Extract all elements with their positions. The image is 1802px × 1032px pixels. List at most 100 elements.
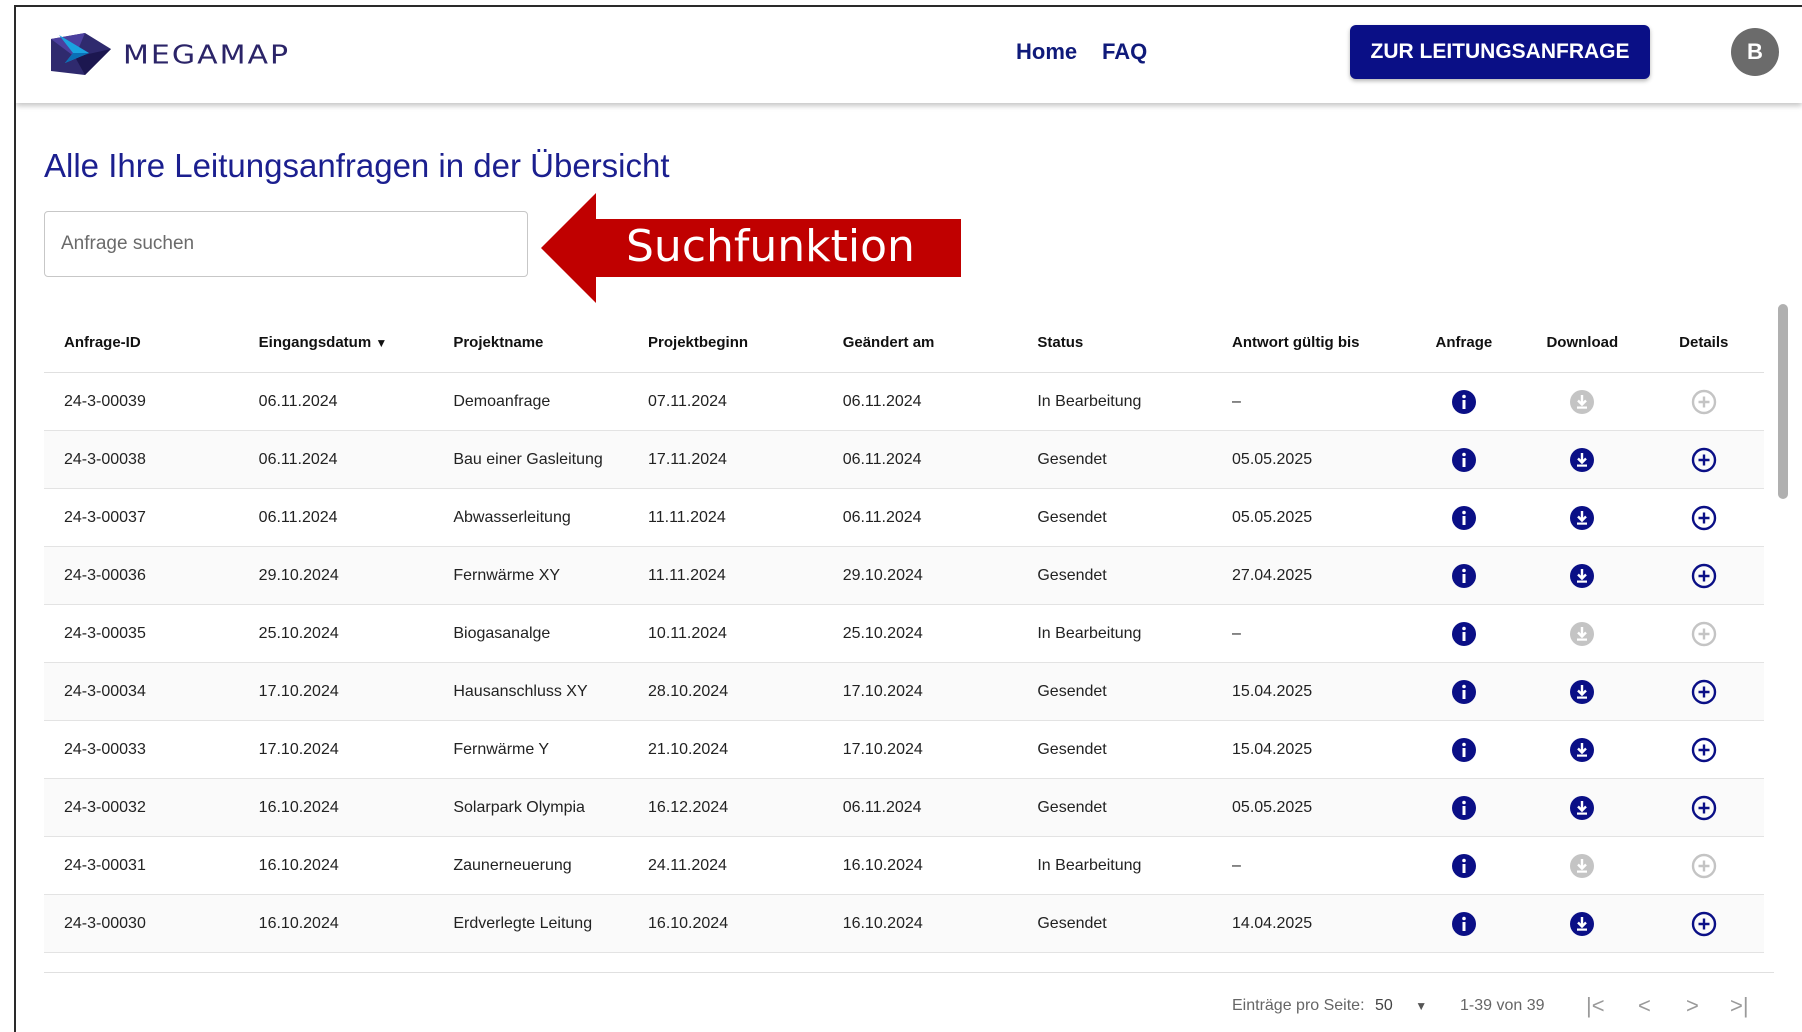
add-circle-icon[interactable] <box>1643 778 1764 837</box>
cell-projekt: Demoanfrage <box>433 372 629 431</box>
cell-status: Gesendet <box>1017 546 1213 605</box>
table-row[interactable]: 24-3-00033 17.10.2024 Fernwärme Y 21.10.202… <box>44 720 1764 779</box>
table-row[interactable]: 24-3-00034 17.10.2024 Hausanschluss XY 28.1… <box>44 662 1764 721</box>
info-icon[interactable] <box>1406 662 1522 721</box>
info-icon[interactable] <box>1406 604 1522 663</box>
info-icon[interactable] <box>1406 720 1522 779</box>
cell-geaendert: 06.11.2024 <box>822 372 1018 431</box>
add-circle-icon[interactable] <box>1643 894 1764 953</box>
cell-id: 24-3-00038 <box>44 430 239 489</box>
chevron-right-icon[interactable]: > <box>1686 993 1699 1019</box>
column-header-details: Details <box>1643 312 1764 373</box>
add-circle-icon[interactable] <box>1643 488 1764 547</box>
download-icon <box>1521 372 1644 431</box>
download-icon[interactable] <box>1521 720 1644 779</box>
table-row[interactable]: 24-3-00039 06.11.2024 Demoanfrage 07.11.202… <box>44 372 1764 431</box>
add-circle-icon[interactable] <box>1643 662 1764 721</box>
table-scrollbar[interactable] <box>1778 304 1788 499</box>
leitungsanfrage-button[interactable]: ZUR LEITUNGSANFRAGE <box>1350 25 1650 79</box>
cell-antwort: – <box>1212 604 1407 663</box>
cell-geaendert: 29.10.2024 <box>822 546 1018 605</box>
cell-antwort: 15.04.2025 <box>1212 662 1407 721</box>
download-icon[interactable] <box>1521 778 1644 837</box>
info-icon[interactable] <box>1406 546 1522 605</box>
user-avatar[interactable]: B <box>1731 28 1779 76</box>
cell-id: 24-3-00034 <box>44 662 239 721</box>
table-row[interactable]: 24-3-00036 29.10.2024 Fernwärme XY 11.11.20… <box>44 546 1764 605</box>
table-row[interactable]: 24-3-00037 06.11.2024 Abwasserleitung 11.11… <box>44 488 1764 547</box>
add-circle-icon <box>1643 604 1764 663</box>
cell-eingang: 16.10.2024 <box>238 778 434 837</box>
cell-eingang: 29.10.2024 <box>238 546 434 605</box>
cell-id: 24-3-00030 <box>44 894 239 953</box>
search-input[interactable] <box>44 211 528 277</box>
column-header-id[interactable]: Anfrage-ID <box>44 312 239 373</box>
chevron-left-icon[interactable]: < <box>1638 993 1651 1019</box>
column-header-geaendert[interactable]: Geändert am <box>822 312 1018 373</box>
cell-status: Gesendet <box>1017 430 1213 489</box>
nav-faq-link[interactable]: FAQ <box>1102 39 1147 65</box>
column-header-anfrage: Anfrage <box>1406 312 1522 373</box>
cell-projekt: Hausanschluss XY <box>433 662 629 721</box>
column-header-eingangsdatum[interactable]: Eingangsdatum ▼ <box>238 312 434 373</box>
cell-projekt: Biogasanalge <box>433 604 629 663</box>
download-icon[interactable] <box>1521 430 1644 489</box>
cell-geaendert: 17.10.2024 <box>822 662 1018 721</box>
column-header-projektbeginn[interactable]: Projektbeginn <box>628 312 823 373</box>
per-page-select[interactable]: 50 ▼ <box>1375 997 1427 1015</box>
cell-beginn: 28.10.2024 <box>628 662 823 721</box>
cell-geaendert: 17.10.2024 <box>822 720 1018 779</box>
brand-logo[interactable]: MEGAMAP <box>45 31 290 79</box>
add-circle-icon[interactable] <box>1643 720 1764 779</box>
table-row[interactable]: 24-3-00031 16.10.2024 Zaunerneuerung 24.11.… <box>44 836 1764 895</box>
add-circle-icon[interactable] <box>1643 546 1764 605</box>
last-page-icon[interactable]: >| <box>1730 993 1749 1019</box>
first-page-icon[interactable]: |< <box>1586 993 1605 1019</box>
cell-beginn: 21.10.2024 <box>628 720 823 779</box>
annotation-label: Suchfunktion <box>626 221 915 272</box>
cell-projekt: Fernwärme Y <box>433 720 629 779</box>
info-icon[interactable] <box>1406 372 1522 431</box>
info-icon[interactable] <box>1406 778 1522 837</box>
info-icon[interactable] <box>1406 488 1522 547</box>
table-row[interactable]: 24-3-00035 25.10.2024 Biogasanalge 10.11.20… <box>44 604 1764 663</box>
brand-name: MEGAMAP <box>123 40 291 70</box>
cell-status: Gesendet <box>1017 894 1213 953</box>
sort-desc-icon: ▼ <box>375 335 388 350</box>
cell-projekt: Bau einer Gasleitung <box>433 430 629 489</box>
table-row[interactable]: 24-3-00038 06.11.2024 Bau einer Gasleitung… <box>44 430 1764 489</box>
cell-eingang: 17.10.2024 <box>238 662 434 721</box>
table-row[interactable]: 24-3-00030 16.10.2024 Erdverlegte Leitung 1… <box>44 894 1764 953</box>
cell-antwort: 14.04.2025 <box>1212 894 1407 953</box>
add-circle-icon <box>1643 372 1764 431</box>
add-circle-icon[interactable] <box>1643 430 1764 489</box>
table-header-row: Anfrage-ID Eingangsdatum ▼ Projektname P… <box>44 312 1764 373</box>
cell-geaendert: 06.11.2024 <box>822 488 1018 547</box>
download-icon[interactable] <box>1521 488 1644 547</box>
cell-beginn: 16.12.2024 <box>628 778 823 837</box>
info-icon[interactable] <box>1406 836 1522 895</box>
column-header-projektname[interactable]: Projektname <box>433 312 629 373</box>
cell-beginn: 11.11.2024 <box>628 546 823 605</box>
cell-projekt: Erdverlegte Leitung <box>433 894 629 953</box>
download-icon[interactable] <box>1521 546 1644 605</box>
column-header-status[interactable]: Status <box>1017 312 1213 373</box>
download-icon[interactable] <box>1521 662 1644 721</box>
column-header-antwort[interactable]: Antwort gültig bis <box>1212 312 1407 373</box>
cell-eingang: 25.10.2024 <box>238 604 434 663</box>
info-icon[interactable] <box>1406 430 1522 489</box>
cell-geaendert: 16.10.2024 <box>822 894 1018 953</box>
cell-beginn: 16.10.2024 <box>628 894 823 953</box>
download-icon[interactable] <box>1521 894 1644 953</box>
requests-table: Anfrage-ID Eingangsdatum ▼ Projektname P… <box>44 312 1764 953</box>
nav-home-link[interactable]: Home <box>1016 39 1077 65</box>
column-header-download: Download <box>1521 312 1644 373</box>
column-header-eingangsdatum-label: Eingangsdatum <box>258 333 372 351</box>
per-page-value: 50 <box>1375 997 1393 1014</box>
chevron-down-icon: ▼ <box>1415 999 1428 1013</box>
cell-status: Gesendet <box>1017 662 1213 721</box>
info-icon[interactable] <box>1406 894 1522 953</box>
cell-id: 24-3-00037 <box>44 488 239 547</box>
cell-eingang: 16.10.2024 <box>238 836 434 895</box>
table-row[interactable]: 24-3-00032 16.10.2024 Solarpark Olympia 16.… <box>44 778 1764 837</box>
